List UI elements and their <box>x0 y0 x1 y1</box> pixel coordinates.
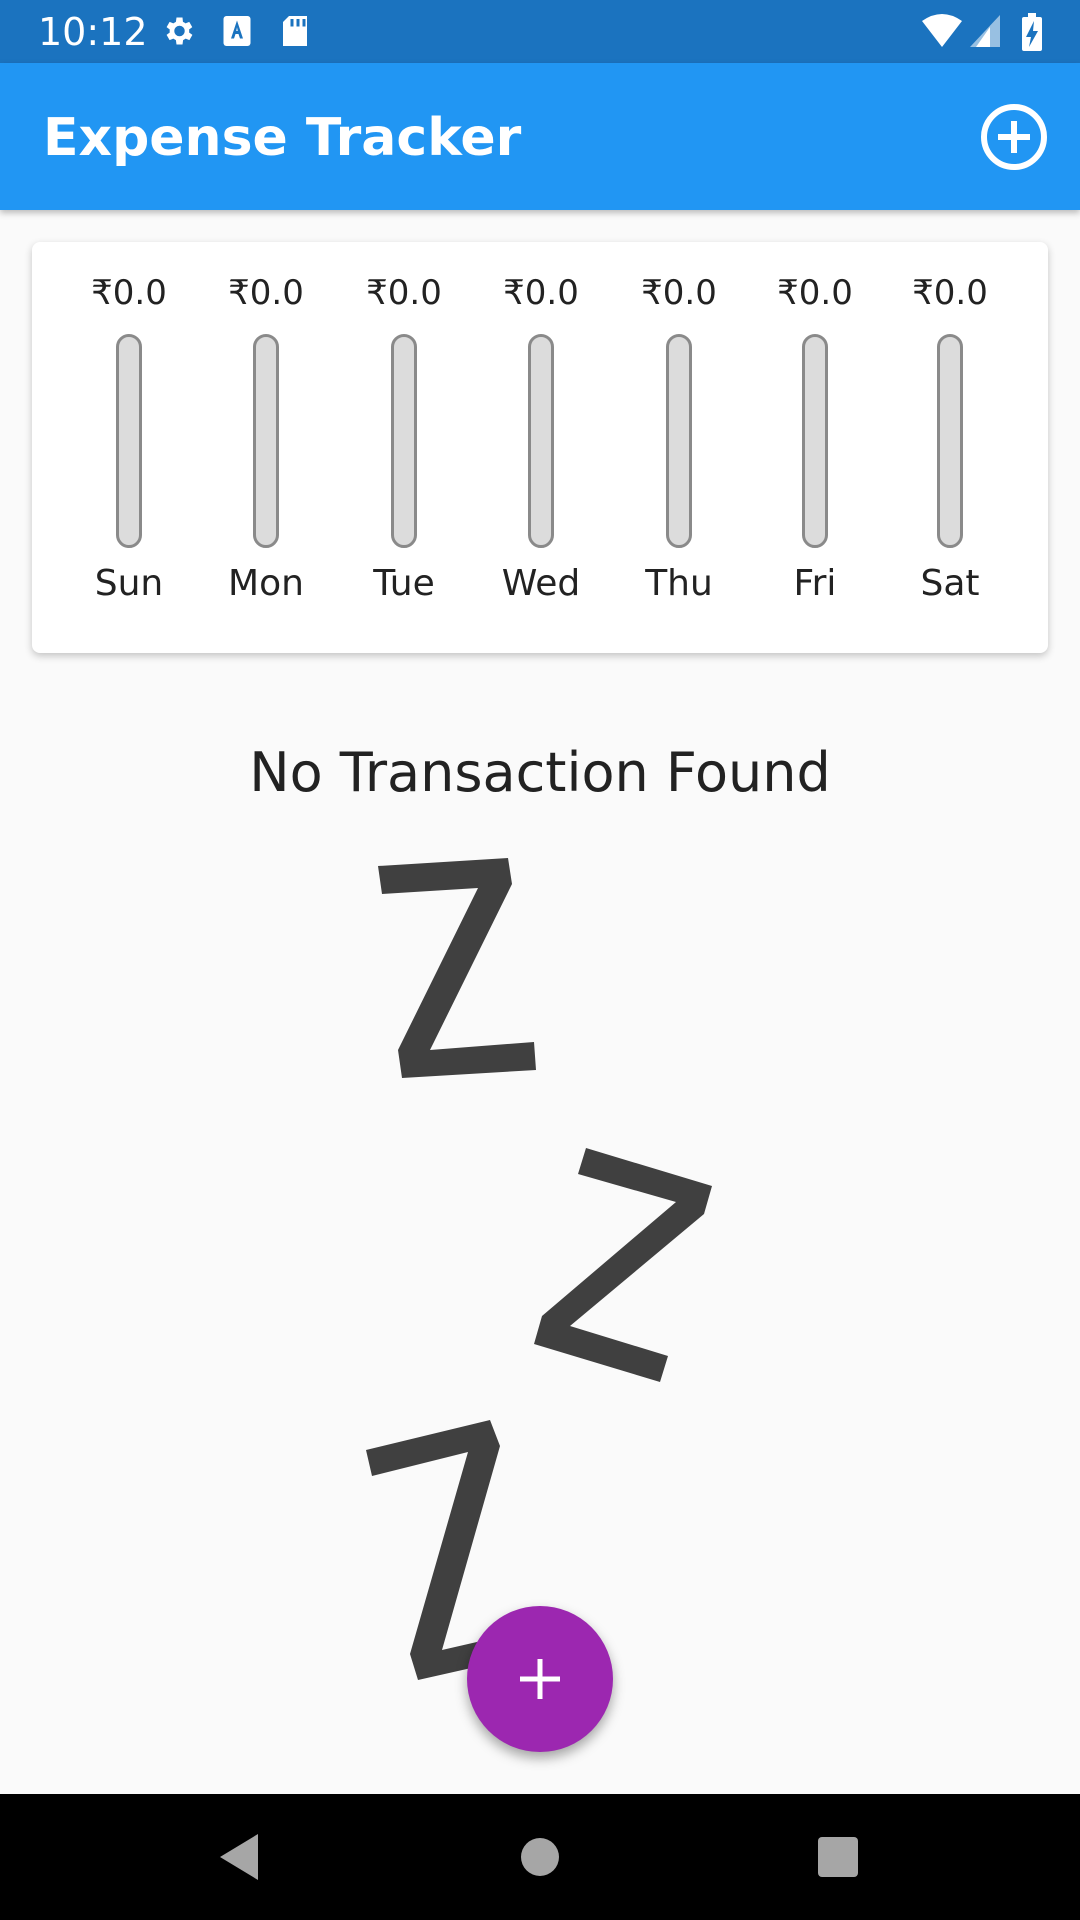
back-triangle-icon[interactable] <box>208 1826 270 1888</box>
app-bar: Expense Tracker <box>0 63 1080 210</box>
cell-signal-icon <box>970 15 1000 47</box>
day-label: Wed <box>501 563 581 604</box>
day-label: Tue <box>373 563 435 604</box>
day-amount: ₹0.0 <box>91 273 167 313</box>
sd-card-icon <box>283 16 307 46</box>
day-bar <box>253 334 279 548</box>
day-label: Sun <box>94 563 164 604</box>
day-amount: ₹0.0 <box>777 273 853 313</box>
day-bar <box>937 334 963 548</box>
plus-icon <box>520 1659 560 1699</box>
a-badge-icon <box>223 16 251 46</box>
wifi-icon <box>922 14 962 47</box>
day-label: Sat <box>920 563 980 604</box>
day-amount: ₹0.0 <box>912 273 988 313</box>
day-label: Mon <box>228 563 304 604</box>
empty-state-message: No Transaction Found <box>249 741 831 804</box>
day-bar <box>666 334 692 548</box>
status-time: 10:12 <box>38 10 148 54</box>
add-circle-outline-icon[interactable] <box>980 103 1048 171</box>
day-label: Fri <box>793 563 837 604</box>
day-label: Thu <box>645 563 713 604</box>
add-transaction-fab[interactable] <box>467 1606 613 1752</box>
sleeping-zzz-icon <box>366 858 712 1680</box>
status-bar: 10:12 <box>0 0 1080 63</box>
day-bar <box>116 334 142 548</box>
battery-charging-icon <box>1022 13 1042 51</box>
day-amount: ₹0.0 <box>228 273 304 313</box>
app-title: Expense Tracker <box>43 108 522 168</box>
recents-square-icon[interactable] <box>807 1826 869 1888</box>
day-bar <box>391 334 417 548</box>
settings-icon <box>166 17 193 45</box>
day-bar <box>802 334 828 548</box>
day-amount: ₹0.0 <box>366 273 442 313</box>
weekly-spending-chart: ₹0.0 Sun ₹0.0 Mon ₹0.0 Tue ₹0.0 Wed ₹0.0… <box>32 242 1048 653</box>
day-amount: ₹0.0 <box>641 273 717 313</box>
home-circle-icon[interactable] <box>509 1826 571 1888</box>
day-amount: ₹0.0 <box>503 273 579 313</box>
system-nav-bar <box>0 1794 1080 1920</box>
day-bar <box>528 334 554 548</box>
